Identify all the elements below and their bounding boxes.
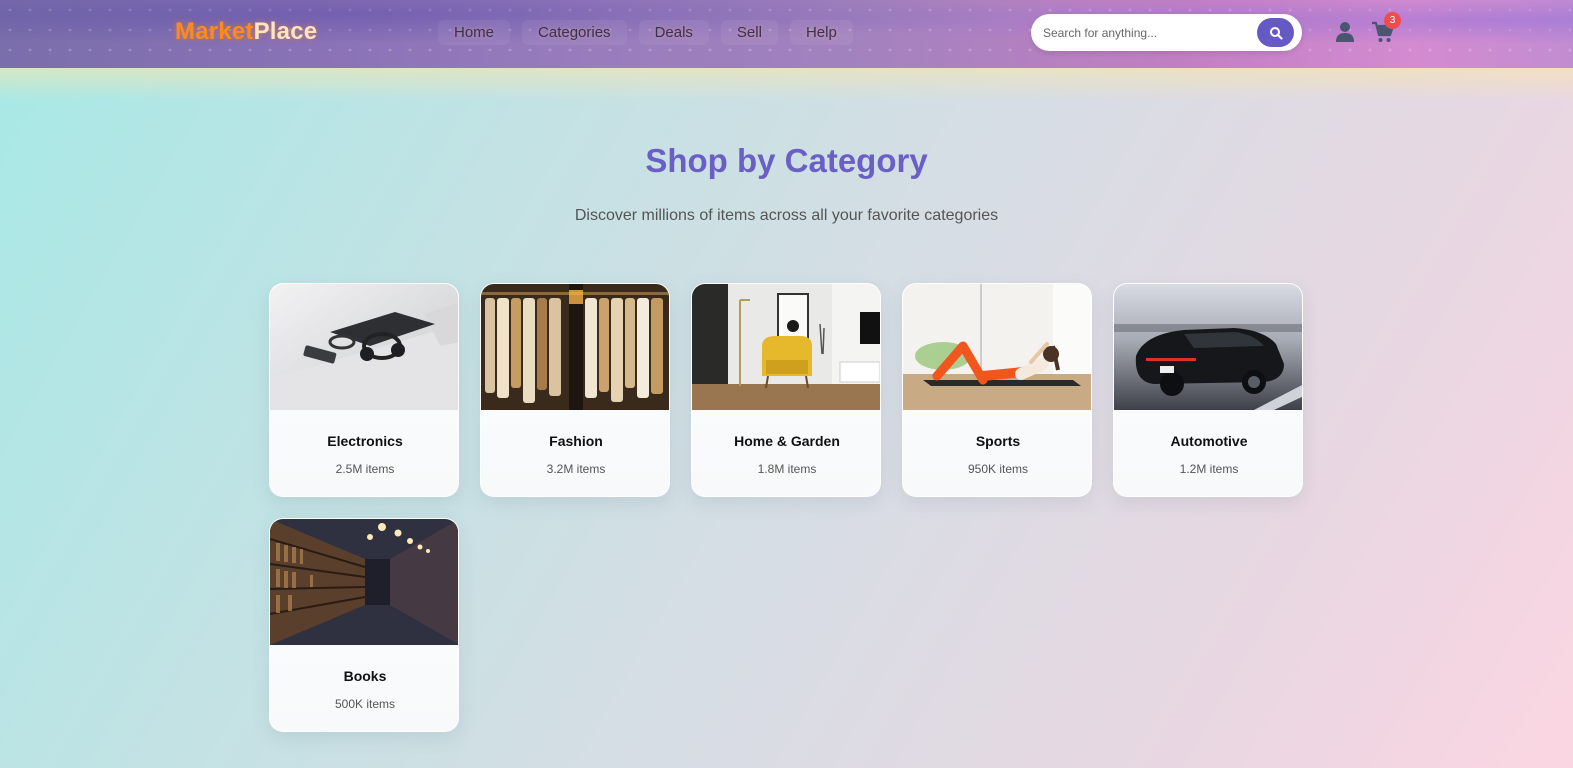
cart-count-badge: 3 — [1384, 12, 1401, 29]
category-name: Home & Garden — [734, 433, 840, 449]
category-item-count: 2.5M items — [335, 462, 395, 476]
logo-part-place: Place — [253, 18, 318, 45]
search-input[interactable] — [1043, 14, 1253, 51]
category-name: Books — [343, 668, 387, 684]
category-image-electronics — [270, 284, 458, 410]
logo-part-market: Market — [175, 18, 254, 45]
marketplace-logo[interactable]: MarketPlace — [175, 18, 317, 46]
category-name: Sports — [975, 433, 1021, 449]
category-name: Electronics — [327, 433, 403, 449]
category-card-fashion[interactable]: Fashion 3.2M items — [480, 283, 670, 497]
category-card-electronics[interactable]: Electronics 2.5M items — [269, 283, 459, 497]
nav-categories[interactable]: Categories — [522, 20, 627, 45]
header-glow — [0, 68, 1573, 100]
category-item-count: 3.2M items — [546, 462, 606, 476]
page-title: Shop by Category — [645, 142, 928, 179]
nav-home[interactable]: Home — [438, 20, 511, 45]
page-subtitle: Discover millions of items across all yo… — [574, 207, 999, 224]
search-button[interactable] — [1257, 18, 1294, 47]
category-name: Automotive — [1170, 433, 1248, 449]
search-icon — [1269, 26, 1283, 40]
user-icon[interactable] — [1335, 21, 1355, 43]
category-image-home-garden — [692, 284, 880, 410]
category-item-count: 500K items — [334, 697, 396, 711]
category-item-count: 950K items — [967, 462, 1029, 476]
nav-sell[interactable]: Sell — [720, 20, 778, 45]
search-bar — [1031, 14, 1302, 51]
category-image-automotive — [1114, 284, 1302, 410]
top-header: MarketPlace Home Categories Deals Sell H… — [0, 0, 1573, 68]
category-image-books — [270, 519, 458, 645]
category-name: Fashion — [549, 433, 603, 449]
nav-deals[interactable]: Deals — [638, 20, 709, 45]
category-image-sports — [903, 284, 1091, 410]
category-card-home-garden[interactable]: Home & Garden 1.8M items — [691, 283, 881, 497]
category-card-automotive[interactable]: Automotive 1.2M items — [1113, 283, 1303, 497]
category-card-books[interactable]: Books 500K items — [269, 518, 459, 732]
category-item-count: 1.8M items — [757, 462, 817, 476]
category-item-count: 1.2M items — [1179, 462, 1239, 476]
main-nav: Home Categories Deals Sell Help — [438, 20, 865, 45]
category-image-fashion — [481, 284, 669, 410]
category-card-sports[interactable]: Sports 950K items — [902, 283, 1092, 497]
nav-help[interactable]: Help — [789, 20, 853, 45]
